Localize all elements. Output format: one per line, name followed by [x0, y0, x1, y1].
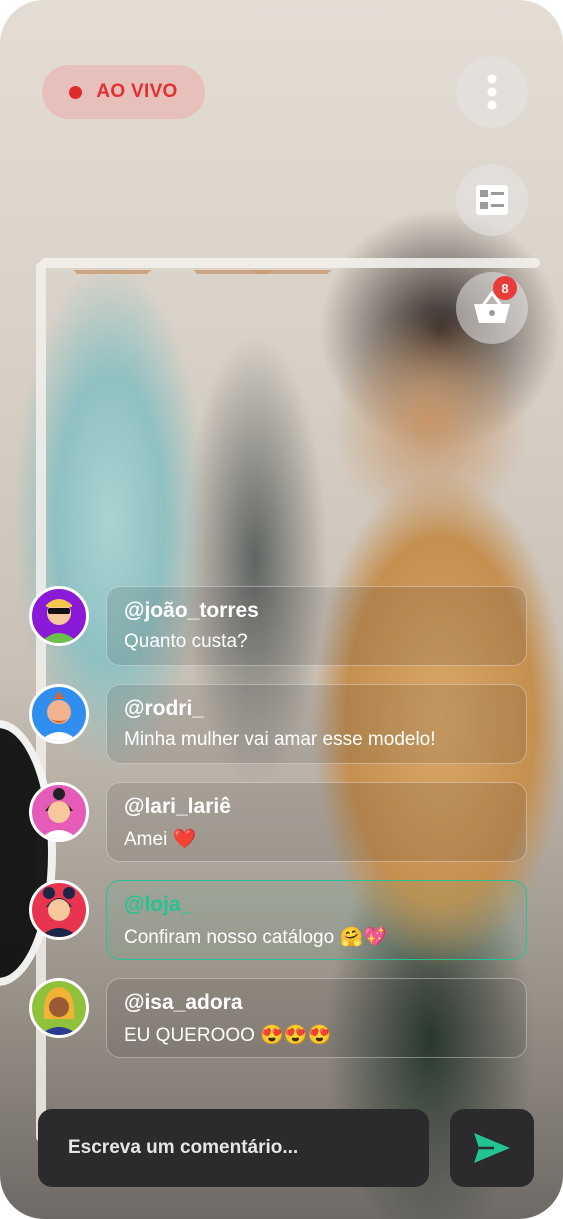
comment-item: @lari_lariê Amei ❤️	[0, 782, 563, 864]
comment-text: Confiram nosso catálogo 🤗💖	[124, 927, 387, 948]
avatar[interactable]	[29, 586, 89, 646]
comment-bubble: @isa_adora EU QUEROOO 😍😍😍	[106, 978, 527, 1058]
cart-button[interactable]	[456, 272, 528, 344]
hanger	[246, 270, 332, 322]
comment-username[interactable]: @joão_torres	[124, 599, 259, 623]
comment-input-container	[38, 1109, 429, 1187]
comment-item: @loja_ Confiram nosso catálogo 🤗💖	[0, 880, 563, 962]
cart-count-badge: 8	[493, 276, 517, 300]
avatar[interactable]	[29, 684, 89, 744]
comment-text: EU QUEROOO 😍😍😍	[124, 1025, 332, 1046]
clothing-rack	[40, 258, 540, 268]
comment-bubble: @lari_lariê Amei ❤️	[106, 782, 527, 862]
live-label: AO VIVO	[96, 81, 178, 102]
comment-text: Amei ❤️	[124, 829, 197, 850]
comment-username[interactable]: @loja_	[124, 893, 192, 917]
comment-username[interactable]: @rodri_	[124, 697, 204, 721]
comment-bubble-store: @loja_ Confiram nosso catálogo 🤗💖	[106, 880, 527, 960]
menu-button[interactable]	[456, 56, 528, 128]
live-video-background: AO VIVO 8 @joão_torres Quanto custa? @ro…	[0, 0, 563, 1219]
avatar[interactable]	[29, 782, 89, 842]
comment-bubble: @rodri_ Minha mulher vai amar esse model…	[106, 684, 527, 764]
more-vertical-icon	[487, 74, 497, 110]
live-badge: AO VIVO	[42, 65, 205, 119]
catalog-list-icon	[476, 185, 508, 215]
comment-item: @isa_adora EU QUEROOO 😍😍😍	[0, 978, 563, 1060]
comment-item: @joão_torres Quanto custa?	[0, 586, 563, 668]
send-button[interactable]	[450, 1109, 534, 1187]
comment-text: Minha mulher vai amar esse modelo!	[124, 729, 436, 750]
avatar[interactable]	[29, 880, 89, 940]
hanger	[66, 270, 152, 322]
comment-text: Quanto custa?	[124, 631, 248, 652]
catalog-button[interactable]	[456, 164, 528, 236]
send-icon	[474, 1133, 510, 1163]
comment-input[interactable]	[66, 1136, 410, 1160]
live-dot-icon	[69, 85, 83, 99]
comment-item: @rodri_ Minha mulher vai amar esse model…	[0, 684, 563, 766]
comment-bubble: @joão_torres Quanto custa?	[106, 586, 527, 666]
comment-username[interactable]: @lari_lariê	[124, 795, 231, 819]
avatar[interactable]	[29, 978, 89, 1038]
comment-username[interactable]: @isa_adora	[124, 991, 243, 1015]
